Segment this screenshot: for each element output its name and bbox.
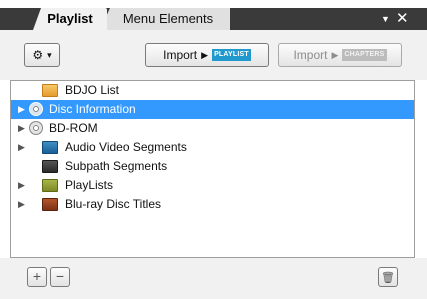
trash-icon: 🗑 xyxy=(381,272,395,284)
arrow-right-icon: ▶ xyxy=(201,50,209,60)
tree-item-label: BD-ROM xyxy=(49,121,98,135)
expand-arrow-icon[interactable]: ▶ xyxy=(18,195,28,214)
minus-icon: − xyxy=(55,268,65,284)
bottom-toolbar: + − 🗑 xyxy=(0,258,427,299)
arrow-right-icon: ▶ xyxy=(331,50,339,60)
tree-item-label: Disc Information xyxy=(49,102,136,116)
expand-arrow-icon[interactable]: ▶ xyxy=(18,138,28,157)
tree-item-label: BDJO List xyxy=(65,83,120,97)
plus-icon: + xyxy=(32,268,42,284)
import-chapters-button[interactable]: Import ▶ CHAPTERS xyxy=(278,43,402,67)
tab-menu-elements[interactable]: Menu Elements xyxy=(100,8,230,30)
folder-blue-icon xyxy=(42,141,58,154)
gear-icon: ⚙ xyxy=(32,48,44,62)
folder-olive-icon xyxy=(42,179,58,192)
delete-button[interactable]: 🗑 xyxy=(378,267,398,287)
playlist-tree[interactable]: BDJO List ▶ Disc Information ▶ BD-ROM ▶ … xyxy=(10,80,415,258)
playlist-tag: PLAYLIST xyxy=(212,49,251,61)
tab-bar: Menu Elements Playlist ▼ ✕ xyxy=(0,0,427,30)
tree-item-bdjo-list[interactable]: BDJO List xyxy=(11,81,414,100)
tree-item-bd-rom[interactable]: ▶ BD-ROM xyxy=(11,119,414,138)
tree-item-blu-ray-disc-titles[interactable]: ▶ Blu-ray Disc Titles xyxy=(11,195,414,214)
folder-brown-icon xyxy=(42,198,58,211)
toolbar: ⚙ ▾ Import ▶ PLAYLIST Import ▶ CHAPTERS xyxy=(0,30,427,80)
tab-playlist[interactable]: Playlist xyxy=(33,8,107,30)
tree-item-label: Subpath Segments xyxy=(65,159,168,173)
import-chapters-label: Import xyxy=(293,48,328,62)
tree-item-label: Blu-ray Disc Titles xyxy=(65,197,162,211)
disc-info-icon xyxy=(29,102,43,116)
expand-arrow-icon[interactable]: ▶ xyxy=(18,176,28,195)
close-icon[interactable]: ✕ xyxy=(396,9,409,29)
gear-menu-button[interactable]: ⚙ ▾ xyxy=(24,43,60,67)
tree-item-audio-video-segments[interactable]: ▶ Audio Video Segments xyxy=(11,138,414,157)
chapters-tag: CHAPTERS xyxy=(342,49,387,61)
tree-item-playlists[interactable]: ▶ PlayLists xyxy=(11,176,414,195)
chevron-down-icon: ▾ xyxy=(47,50,52,60)
tab-menu-elements-label: Menu Elements xyxy=(122,11,214,26)
expand-arrow-icon[interactable]: ▶ xyxy=(18,100,28,119)
disc-icon xyxy=(29,121,43,135)
remove-button[interactable]: − xyxy=(50,267,70,287)
tree-item-label: Audio Video Segments xyxy=(65,140,187,154)
import-playlist-button[interactable]: Import ▶ PLAYLIST xyxy=(145,43,269,67)
import-playlist-label: Import xyxy=(163,48,198,62)
tree-item-label: PlayLists xyxy=(65,178,114,192)
add-button[interactable]: + xyxy=(27,267,47,287)
tree-item-disc-information[interactable]: ▶ Disc Information xyxy=(11,100,414,119)
folder-orange-icon xyxy=(42,84,58,97)
folder-dark-icon xyxy=(42,160,58,173)
tree-item-subpath-segments[interactable]: Subpath Segments xyxy=(11,157,414,176)
panel-menu-icon[interactable]: ▼ xyxy=(381,9,390,29)
tab-playlist-label: Playlist xyxy=(47,11,93,26)
expand-arrow-icon[interactable]: ▶ xyxy=(18,119,28,138)
